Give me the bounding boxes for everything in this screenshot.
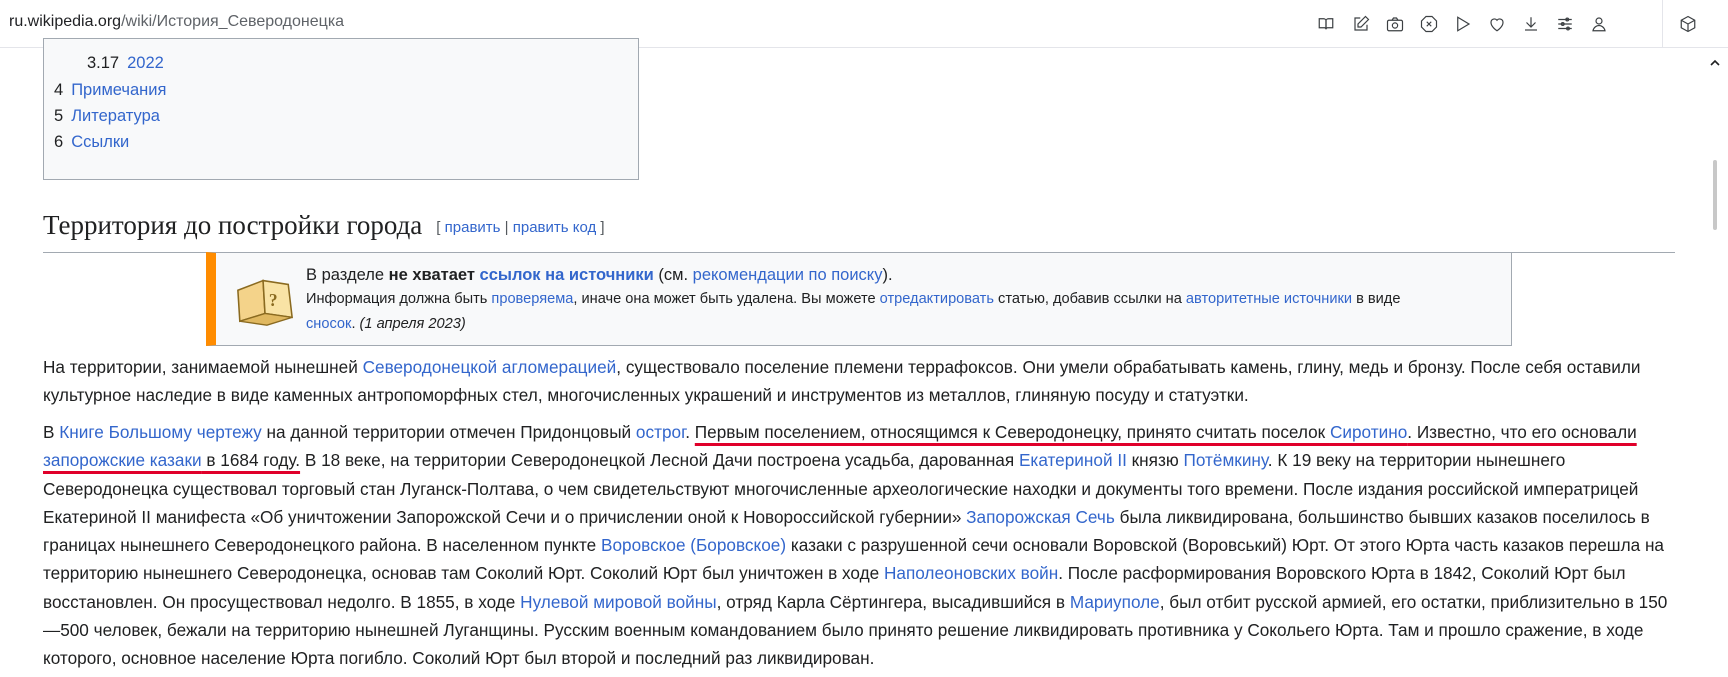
text: князю: [1126, 450, 1184, 471]
text: В разделе: [306, 266, 389, 284]
toc-link[interactable]: Литература: [71, 107, 160, 125]
edit-section-link[interactable]: править: [445, 219, 501, 236]
edit-article-link[interactable]: отредактировать: [880, 291, 994, 307]
ostrog-link[interactable]: острог: [636, 422, 685, 442]
profile-icon[interactable]: [1587, 12, 1611, 36]
text: в виде: [1352, 291, 1401, 307]
separator: |: [504, 219, 509, 236]
edit-source-link[interactable]: править код: [513, 219, 597, 236]
text: В: [43, 422, 60, 442]
extensions-icon: [1680, 15, 1696, 33]
svg-text:?: ?: [269, 290, 278, 310]
ambox-description: Информация должна быть проверяема, иначе…: [306, 287, 1506, 337]
section-title: Территория до постройки города: [43, 210, 423, 240]
sirotino-link[interactable]: Сиротино: [1330, 422, 1407, 442]
text: Информация должна быть: [306, 291, 492, 307]
reader-view-icon[interactable]: [1314, 12, 1338, 36]
zaporozhian-sich-link[interactable]: Запорожская Сечь: [966, 507, 1115, 527]
paragraph-1: На территории, занимаемой нынешней Север…: [43, 353, 1673, 410]
toc-item[interactable]: 4 Примечания: [54, 81, 166, 100]
borovskoe-link[interactable]: Воровское (Боровское): [601, 535, 786, 555]
text: В 18 веке, на территории Северодонецкой …: [300, 450, 1019, 471]
toc-number: 3.17: [87, 54, 120, 72]
toc-link[interactable]: Ссылки: [71, 133, 129, 151]
text: На территории, занимаемой нынешней: [43, 357, 363, 377]
citation-needed-box: ? В разделе не хватает ссылок на источни…: [206, 252, 1512, 346]
bracket-open: [: [436, 219, 441, 236]
download-icon[interactable]: [1519, 12, 1543, 36]
url-host: ru.wikipedia.org: [9, 13, 122, 30]
sliders-icon[interactable]: [1553, 12, 1577, 36]
ambox-title: В разделе не хватает ссылок на источники…: [306, 263, 1506, 287]
citation-link[interactable]: ссылок на источники: [480, 266, 654, 284]
footnotes-link[interactable]: сносок: [306, 316, 351, 332]
toc-number: 6: [54, 133, 64, 151]
screenshot-icon[interactable]: [1383, 12, 1407, 36]
address-bar[interactable]: ru.wikipedia.org/wiki/История_Северодоне…: [9, 13, 344, 31]
toc-number: 5: [54, 107, 64, 125]
toc-link[interactable]: Примечания: [71, 81, 166, 99]
ambox-text: В разделе не хватает ссылок на источники…: [306, 263, 1506, 337]
article-content: 3.17 2022 4 Примечания 5 Литература 6 Ссылки…: [0, 38, 1700, 677]
text: статью, добавив ссылки на: [993, 291, 1186, 307]
extensions-button[interactable]: [1662, 0, 1713, 48]
verifiability-link[interactable]: проверяема: [491, 291, 573, 307]
reliable-sources-link[interactable]: авторитетные источники: [1186, 291, 1352, 307]
text: (см.: [653, 266, 693, 284]
text: на данной территории отмечен Придонцовый: [261, 422, 636, 442]
toc-number: 4: [54, 81, 64, 99]
toc-item[interactable]: 5 Литература: [54, 107, 160, 126]
ambox-date: (1 апреля 2023): [359, 316, 466, 332]
mariupol-link[interactable]: Мариуполе: [1070, 592, 1160, 612]
scrollbar-thumb[interactable]: [1713, 160, 1717, 230]
toc-item[interactable]: 6 Ссылки: [54, 133, 129, 152]
toc-item[interactable]: 3.17 2022: [87, 54, 164, 73]
severodonetsk-agglomeration-link[interactable]: Северодонецкой агломерацией: [363, 357, 617, 377]
text-bold: не хватает: [388, 266, 475, 284]
block-icon[interactable]: [1417, 12, 1441, 36]
chevron-up-icon: [1710, 59, 1720, 66]
text: , отряд Карла Сёртингера, высадившийся в: [716, 591, 1070, 612]
url-path: /wiki/История_Северодонецка: [121, 13, 345, 30]
paragraph-2: В Книге Большому чертежу на данной терри…: [43, 418, 1673, 673]
potemkin-link[interactable]: Потёмкину: [1184, 450, 1268, 470]
scroll-up-button[interactable]: [1708, 56, 1722, 70]
text: ).: [882, 266, 893, 284]
edit-icon[interactable]: [1349, 12, 1373, 36]
text: , иначе она может быть удалена. Вы может…: [573, 291, 880, 307]
table-of-contents: 3.17 2022 4 Примечания 5 Литература 6 Ссылки: [43, 38, 639, 180]
bracket-close: ]: [600, 219, 605, 236]
text: в 1684 году.: [201, 450, 301, 471]
heart-icon[interactable]: [1485, 12, 1509, 36]
open-book-question-icon: ?: [237, 279, 294, 326]
search-recommendations-link[interactable]: рекомендации по поиску: [693, 266, 883, 284]
zaporozhian-cossacks-link[interactable]: запорожские казаки: [43, 450, 202, 470]
text: .: [685, 422, 695, 442]
section-heading: Территория до постройки города [ править …: [43, 208, 1675, 253]
catherine-ii-link[interactable]: Екатериной II: [1019, 450, 1127, 470]
napoleonic-wars-link[interactable]: Наполеоновских войн: [884, 563, 1058, 583]
text: .: [351, 316, 360, 332]
text: Первым поселением, относящимся к Северод…: [694, 422, 1330, 442]
play-icon[interactable]: [1451, 12, 1475, 36]
big-drawing-book-link[interactable]: Книге Большому чертежу: [59, 422, 262, 442]
zero-world-war-link[interactable]: Нулевой мировой войны: [520, 592, 716, 612]
toc-link[interactable]: 2022: [127, 54, 164, 72]
text: . Известно, что его основали: [1407, 422, 1637, 442]
section-edit-links: [ править | править код ]: [436, 219, 604, 236]
